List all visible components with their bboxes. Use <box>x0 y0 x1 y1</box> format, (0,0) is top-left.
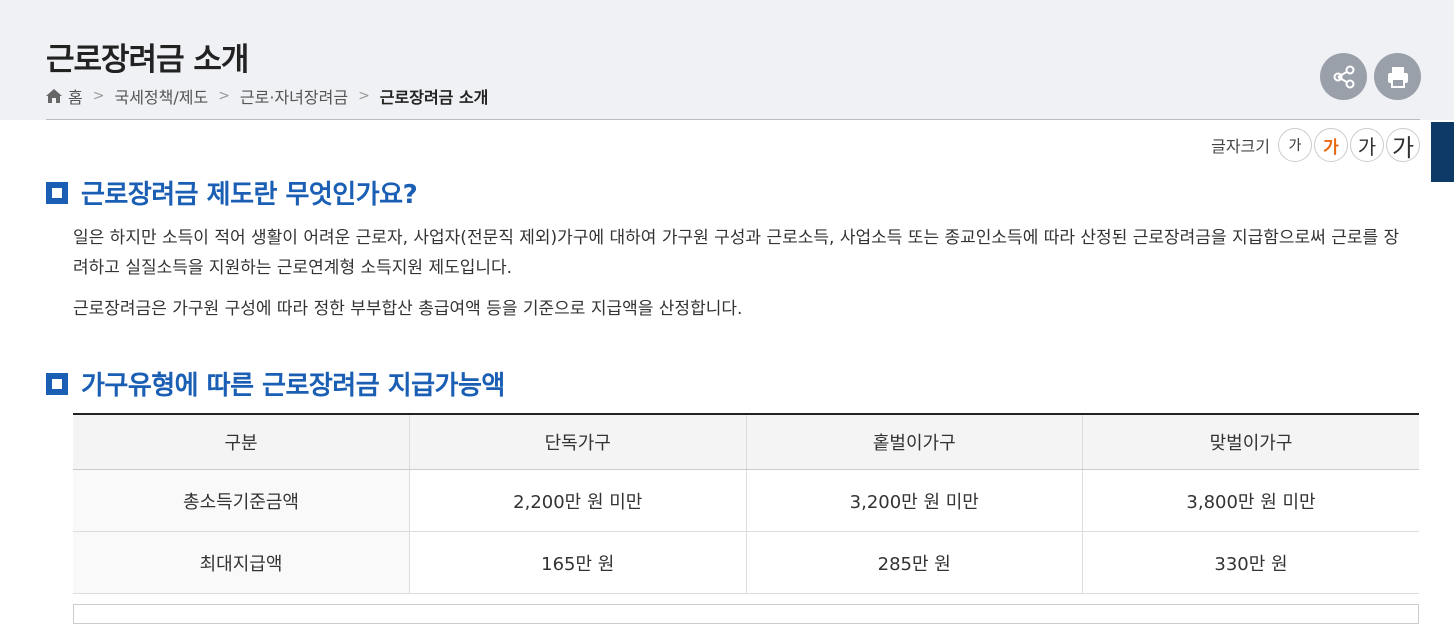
table-row: 최대지급액 165만 원 285만 원 330만 원 <box>73 531 1419 594</box>
share-icon <box>1333 65 1354 88</box>
breadcrumb-home[interactable]: 홈 <box>46 84 83 108</box>
font-size-smallest-button[interactable]: 가 <box>1278 128 1312 162</box>
column-header-single: 단독가구 <box>409 413 746 470</box>
section-title: 근로장려금 제도란 무엇인가요? <box>81 180 418 210</box>
font-size-control: 글자크기 가 가 가 가 <box>1211 128 1420 162</box>
breadcrumb-item-policy[interactable]: 국세정책/제도 <box>114 84 208 108</box>
breadcrumb-item-incentive[interactable]: 근로·자녀장려금 <box>240 84 348 108</box>
intro-paragraph: 일은 하지만 소득이 적어 생활이 어려운 근로자, 사업자(전문직 제외)가구… <box>73 228 1400 278</box>
home-icon <box>46 89 62 103</box>
section-title: 가구유형에 따른 근로장려금 지급가능액 <box>81 371 505 401</box>
chevron-right-icon: > <box>92 88 105 104</box>
breadcrumb-home-label: 홈 <box>68 88 83 107</box>
print-icon <box>1387 66 1408 88</box>
section-heading-amounts: 가구유형에 따른 근로장려금 지급가능액 <box>46 365 505 402</box>
font-size-default-button[interactable]: 가 <box>1314 128 1348 162</box>
print-button[interactable] <box>1374 53 1421 100</box>
share-button[interactable] <box>1320 53 1367 100</box>
info-box <box>73 604 1419 624</box>
row-header-max-amount: 최대지급액 <box>73 531 410 594</box>
square-bullet-icon <box>46 181 68 204</box>
table-cell: 285만 원 <box>745 531 1083 594</box>
column-header-category: 구분 <box>73 413 410 470</box>
header-divider <box>46 119 1420 120</box>
table-header-row: 구분 단독가구 홑벌이가구 맞벌이가구 <box>73 413 1419 470</box>
section-heading-what-is: 근로장려금 제도란 무엇인가요? <box>46 174 418 211</box>
table-cell: 3,200만 원 미만 <box>745 469 1083 532</box>
table-cell: 3,800만 원 미만 <box>1082 469 1419 532</box>
table-cell: 165만 원 <box>409 531 746 594</box>
breadcrumb-current: 근로장려금 소개 <box>379 88 489 107</box>
chevron-right-icon: > <box>358 88 370 104</box>
calculation-paragraph: 근로장려금은 가구원 구성에 따라 정한 부부합산 총급여액 등을 기준으로 지… <box>73 299 743 319</box>
amount-table: 구분 단독가구 홑벌이가구 맞벌이가구 총소득기준금액 2,200만 원 미만 … <box>73 413 1419 594</box>
page-title: 근로장려금 소개 <box>46 42 249 78</box>
square-bullet-icon <box>46 372 68 395</box>
column-header-single-earner: 홑벌이가구 <box>745 413 1083 470</box>
chevron-right-icon: > <box>218 88 230 104</box>
row-header-income-threshold: 총소득기준금액 <box>73 469 410 532</box>
table-row: 총소득기준금액 2,200만 원 미만 3,200만 원 미만 3,800만 원… <box>73 469 1419 532</box>
table-cell: 330만 원 <box>1082 531 1419 594</box>
font-size-largest-button[interactable]: 가 <box>1386 128 1420 162</box>
breadcrumb: 홈 > 국세정책/제도 > 근로·자녀장려금 > 근로장려금 소개 <box>46 84 488 108</box>
table-cell: 2,200만 원 미만 <box>409 469 746 532</box>
font-size-large-button[interactable]: 가 <box>1350 128 1384 162</box>
font-size-label: 글자크기 <box>1211 137 1270 156</box>
side-tab[interactable] <box>1431 122 1454 182</box>
column-header-dual-earner: 맞벌이가구 <box>1082 413 1419 470</box>
